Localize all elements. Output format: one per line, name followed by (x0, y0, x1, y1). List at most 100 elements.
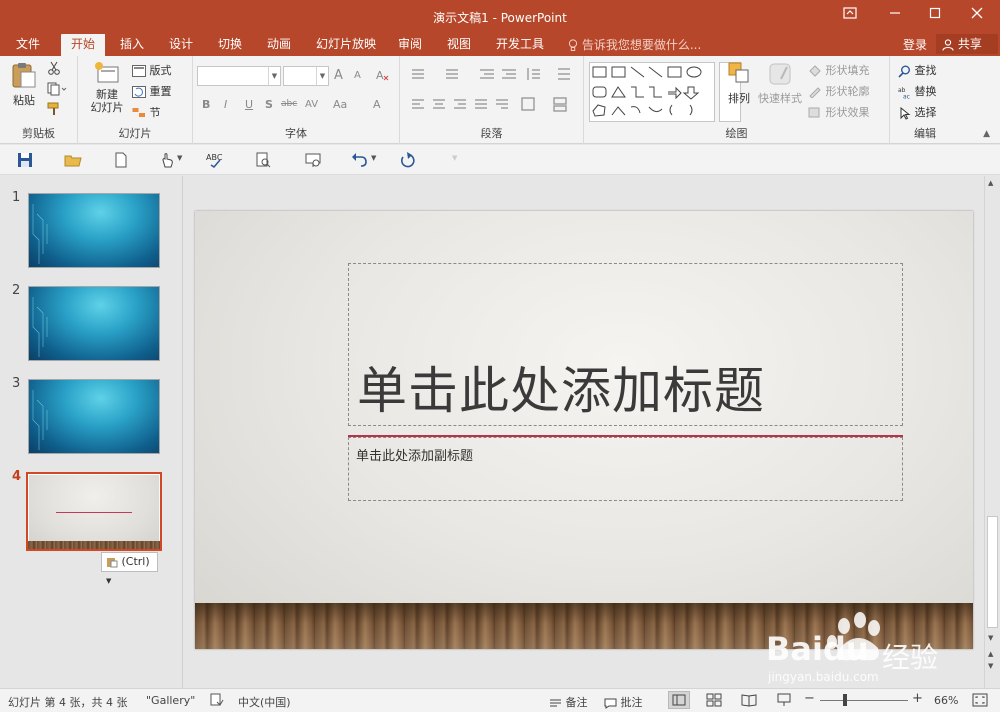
thumbnail-title-rule (56, 512, 132, 513)
vertical-scrollbar[interactable]: ▲ ▼ ▲ ▼ (984, 176, 1000, 688)
tell-me-box[interactable]: 告诉我您想要做什么... (568, 36, 701, 53)
zoom-slider-handle[interactable] (843, 694, 847, 706)
customize-qat-icon[interactable]: ▼ (452, 154, 457, 162)
change-case-button[interactable]: Aa (333, 98, 347, 111)
strikethrough-button[interactable]: abc (281, 99, 297, 109)
slide-thumbnail-3[interactable] (28, 379, 160, 454)
section-button[interactable]: 节 (132, 104, 161, 120)
shapes-gallery[interactable] (589, 62, 715, 122)
minimize-icon[interactable] (880, 4, 910, 26)
copy-icon[interactable] (47, 82, 67, 99)
open-folder-icon[interactable] (64, 151, 82, 169)
new-document-icon[interactable] (112, 151, 130, 169)
tab-developer[interactable]: 开发工具 (486, 34, 554, 56)
save-icon[interactable] (16, 151, 34, 169)
shape-outline-button[interactable]: 形状轮廓 (808, 83, 870, 99)
arrange-button[interactable]: 排列 (724, 61, 754, 106)
tab-review[interactable]: 审阅 (388, 34, 432, 56)
title-placeholder[interactable]: 单击此处添加标题 (348, 263, 903, 426)
spelling-icon[interactable]: ABC (206, 151, 224, 169)
replace-button[interactable]: ab ac 替换 (898, 83, 937, 99)
layout-button[interactable]: 版式 (132, 62, 172, 78)
scrollbar-thumb[interactable] (987, 516, 998, 628)
font-family-combo[interactable]: ▼ (197, 66, 281, 86)
find-button[interactable]: 查找 (898, 62, 937, 78)
font-color-button[interactable]: A (373, 98, 381, 111)
normal-view-button[interactable] (668, 691, 690, 709)
comments-button[interactable]: 批注 (604, 694, 643, 710)
subtitle-placeholder[interactable]: 单击此处添加副标题 (348, 437, 903, 501)
circuit-pattern-icon (32, 390, 48, 450)
circuit-pattern-icon (32, 204, 48, 264)
svg-text:A: A (376, 69, 384, 82)
paragraph-tools-icon[interactable] (408, 66, 578, 116)
paste-options-button[interactable]: (Ctrl) ▼ (101, 552, 158, 585)
maximize-icon[interactable] (920, 4, 950, 26)
shape-fill-button[interactable]: 形状填充 (808, 62, 870, 78)
zoom-slider[interactable] (820, 700, 908, 701)
language-status[interactable]: 中文(中国) (238, 694, 291, 710)
shadow-button[interactable]: S (265, 98, 273, 111)
tab-home[interactable]: 开始 (61, 34, 106, 56)
ribbon-display-options-icon[interactable] (835, 4, 865, 26)
reset-button[interactable]: 重置 (132, 83, 172, 99)
new-slide-button[interactable]: 新建 幻灯片 (85, 61, 129, 114)
zoom-out-button[interactable]: − (804, 691, 815, 706)
paste-button[interactable]: 粘贴 (8, 61, 40, 108)
scroll-up-icon[interactable]: ▲ (988, 179, 993, 187)
collapse-ribbon-icon[interactable]: ▲ (983, 129, 990, 139)
close-icon[interactable] (962, 4, 992, 26)
slide-number: 3 (12, 376, 21, 391)
italic-button[interactable]: I (224, 98, 227, 111)
quick-styles-button[interactable]: 快速样式 (758, 61, 802, 106)
zoom-level[interactable]: 66% (934, 694, 958, 707)
share-button[interactable]: 共享 (936, 34, 998, 54)
lightbulb-icon (568, 39, 578, 51)
tab-view[interactable]: 视图 (437, 34, 481, 56)
select-button[interactable]: 选择 (898, 104, 937, 120)
scroll-down-icon[interactable]: ▼ (988, 634, 993, 642)
present-icon[interactable] (304, 151, 322, 169)
redo-icon[interactable] (398, 151, 416, 169)
tab-animations[interactable]: 动画 (257, 34, 301, 56)
underline-button[interactable]: U (245, 98, 253, 111)
sign-in-link[interactable]: 登录 (903, 36, 927, 53)
zoom-in-button[interactable]: + (912, 691, 923, 706)
shrink-font-button[interactable]: A (354, 70, 361, 81)
reading-view-icon[interactable] (741, 693, 757, 707)
shape-effects-button[interactable]: 形状效果 (808, 104, 870, 120)
touch-mode-icon[interactable] (158, 151, 176, 169)
fit-to-window-icon[interactable] (972, 693, 988, 707)
tab-file[interactable]: 文件 (6, 34, 50, 56)
font-size-combo[interactable]: ▼ (283, 66, 329, 86)
undo-icon[interactable] (350, 151, 368, 169)
print-preview-icon[interactable] (254, 151, 272, 169)
next-slide-icon[interactable]: ▼ (988, 662, 993, 670)
reset-label: 重置 (149, 85, 172, 98)
notes-button[interactable]: 备注 (549, 694, 588, 710)
touch-mode-dropdown-icon[interactable]: ▼ (177, 154, 182, 162)
bold-button[interactable]: B (202, 98, 210, 111)
grow-font-button[interactable]: A (334, 68, 343, 83)
paste-options-label: (Ctrl) (121, 555, 150, 568)
undo-dropdown-icon[interactable]: ▼ (371, 154, 376, 162)
character-spacing-button[interactable]: AV (305, 99, 318, 110)
slide-thumbnail-4[interactable] (26, 472, 162, 551)
slideshow-icon[interactable] (776, 693, 792, 707)
tab-insert[interactable]: 插入 (110, 34, 154, 56)
tab-transitions[interactable]: 切换 (208, 34, 252, 56)
search-icon (898, 65, 910, 78)
accessibility-icon[interactable] (210, 693, 224, 707)
previous-slide-icon[interactable]: ▲ (988, 650, 993, 658)
quick-styles-icon (769, 63, 791, 85)
format-painter-icon[interactable] (47, 102, 61, 119)
slide-sorter-icon[interactable] (706, 693, 722, 707)
current-slide[interactable]: 单击此处添加标题 单击此处添加副标题 (195, 211, 973, 649)
tab-design[interactable]: 设计 (159, 34, 203, 56)
cut-icon[interactable] (47, 61, 61, 78)
replace-icon: abac (898, 87, 910, 99)
clear-format-icon[interactable]: A (375, 68, 389, 85)
slide-thumbnail-2[interactable] (28, 286, 160, 361)
slide-thumbnail-1[interactable] (28, 193, 160, 268)
tab-slideshow[interactable]: 幻灯片放映 (306, 34, 386, 56)
